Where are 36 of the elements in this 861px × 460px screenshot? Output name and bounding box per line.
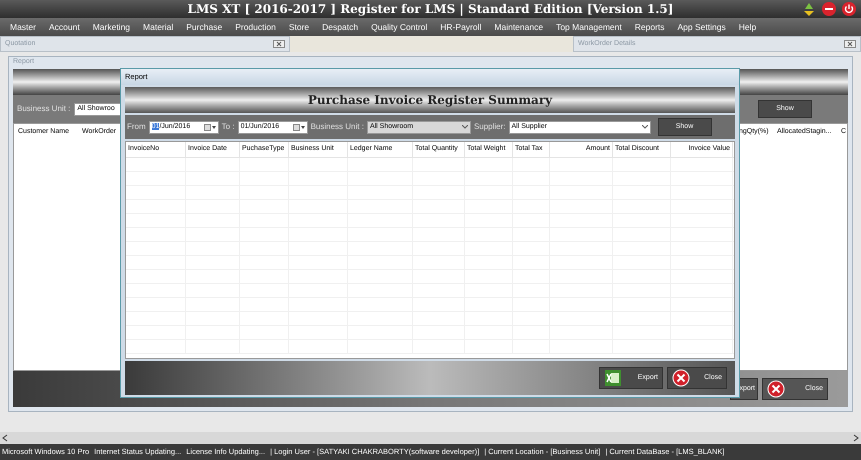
horizontal-scrollbar[interactable] xyxy=(0,432,861,444)
menu-item[interactable]: Quality Control xyxy=(371,20,428,34)
field-label: Supplier: xyxy=(474,121,506,133)
menu-item[interactable]: Maintenance xyxy=(494,20,544,34)
close-icon[interactable] xyxy=(273,40,285,48)
menu-item[interactable]: Reports xyxy=(634,20,665,34)
power-icon[interactable] xyxy=(841,1,857,17)
menu-item[interactable]: HR-Payroll xyxy=(440,20,482,34)
menu-item[interactable]: App Settings xyxy=(678,20,726,34)
chevron-right-icon[interactable] xyxy=(853,434,859,442)
menu-item[interactable]: Purchase xyxy=(186,20,222,34)
menu-item[interactable]: Marketing xyxy=(92,20,130,34)
calendar-icon xyxy=(204,124,216,130)
window-title: LMS XT [ 2016-2017 ] Register for LMS | Standard Edition [Version 1.5] xyxy=(188,1,674,18)
spreadsheet-icon xyxy=(604,369,622,387)
field-label: Business Unit : xyxy=(310,121,364,133)
minimize-icon[interactable] xyxy=(821,1,837,17)
close-icon xyxy=(767,380,785,398)
field-label: Business Unit : xyxy=(17,103,70,115)
field-label: To : xyxy=(222,121,235,133)
menu-item[interactable]: Help xyxy=(738,20,756,34)
calendar-icon xyxy=(292,124,305,130)
menu-item[interactable]: Despatch xyxy=(322,20,358,34)
menu-item[interactable]: Master xyxy=(10,20,36,34)
chevron-left-icon[interactable] xyxy=(2,434,8,442)
close-icon[interactable] xyxy=(844,40,856,48)
menu-item[interactable]: Account xyxy=(48,20,80,34)
menu-item[interactable]: Material xyxy=(143,20,174,34)
caret-icon xyxy=(642,125,648,129)
menu-item[interactable]: Store xyxy=(288,20,310,34)
field-label: From xyxy=(127,121,146,133)
close-icon xyxy=(672,369,690,387)
caret-icon xyxy=(462,125,468,129)
report-heading: Purchase Invoice Register Summary xyxy=(308,92,552,109)
menu-item[interactable]: Top Management xyxy=(556,20,622,34)
menu-item[interactable]: Production xyxy=(235,20,276,34)
